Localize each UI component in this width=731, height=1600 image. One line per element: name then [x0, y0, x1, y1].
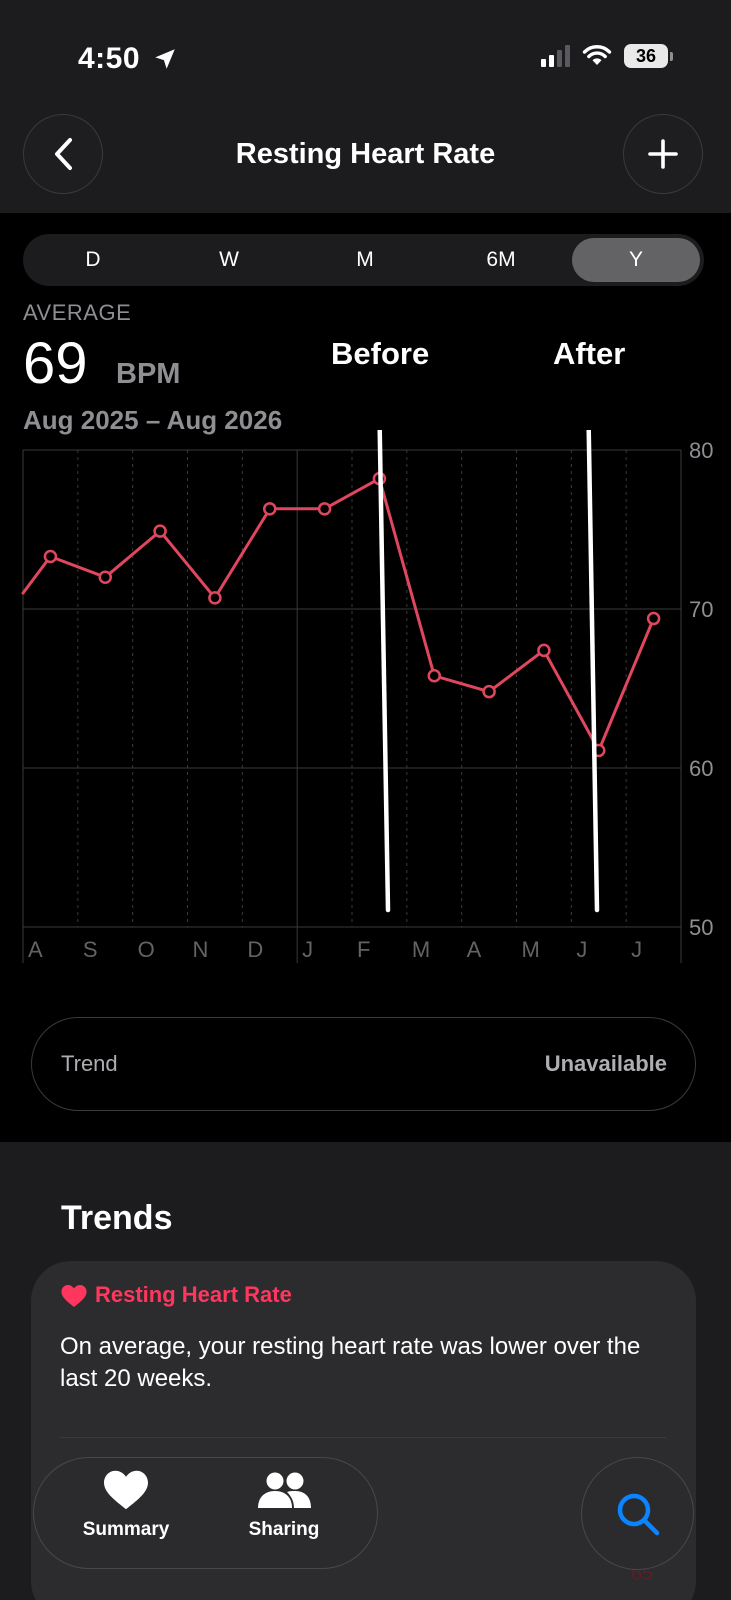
x-tick-label: J: [576, 937, 587, 962]
x-tick-label: J: [631, 937, 642, 962]
x-tick-label: J: [302, 937, 313, 962]
status-time: 4:50: [78, 42, 141, 75]
data-point: [153, 524, 167, 538]
tab-bar: Summary Sharing: [33, 1457, 378, 1569]
data-point: [98, 570, 112, 584]
data-point: [317, 502, 332, 516]
segment-6-months[interactable]: 6M: [437, 238, 565, 282]
heart-icon: [104, 1470, 148, 1510]
x-tick-label: N: [193, 937, 209, 962]
average-unit: BPM: [116, 358, 181, 390]
trend-value: Unavailable: [544, 1051, 667, 1076]
trend-card-text: On average, your resting heart rate was …: [60, 1333, 641, 1392]
tab-sharing[interactable]: Sharing: [209, 1470, 359, 1541]
x-tick-label: O: [138, 937, 155, 962]
location-arrow-icon: [155, 49, 175, 69]
before-annotation: Before: [331, 336, 430, 371]
y-tick-label: 70: [689, 597, 713, 622]
time-range-picker: D W M 6M Y: [23, 234, 704, 286]
average-label: AVERAGE: [23, 300, 132, 325]
wifi-icon: [582, 45, 612, 65]
segment-year[interactable]: Y: [572, 238, 700, 282]
trend-row[interactable]: Trend Unavailable: [31, 1017, 696, 1111]
battery-level: 36: [624, 44, 668, 68]
data-point: [263, 502, 277, 516]
data-series-line: [21, 477, 656, 752]
battery-icon: 36: [624, 44, 673, 68]
after-annotation: After: [553, 336, 626, 371]
heart-rate-chart[interactable]: 50 60 70 80 A S O N D J F M A M J J: [0, 430, 731, 970]
data-point: [208, 591, 222, 605]
trend-card-title: Resting Heart Rate: [95, 1282, 292, 1307]
x-tick-label: D: [247, 937, 263, 962]
people-icon: [258, 1472, 311, 1508]
data-point: [427, 669, 441, 683]
tab-summary-label: Summary: [82, 1519, 170, 1540]
y-tick-label: 60: [689, 756, 713, 781]
trends-heading: Trends: [61, 1199, 173, 1237]
trend-label: Trend: [61, 1051, 118, 1076]
data-point: [482, 684, 496, 699]
x-tick-label: M: [522, 937, 540, 962]
data-point: [43, 549, 58, 564]
x-tick-label: S: [83, 937, 98, 962]
cellular-signal-icon: [541, 45, 570, 67]
search-icon: [617, 1493, 659, 1535]
average-value: 69: [23, 331, 88, 396]
page-title: Resting Heart Rate: [235, 138, 496, 170]
search-button[interactable]: [581, 1457, 694, 1570]
x-tick-label: M: [412, 937, 430, 962]
header-area: 4:50 36 Resting Heart Rate: [0, 0, 731, 213]
tab-summary[interactable]: Summary: [51, 1470, 201, 1541]
y-tick-label: 80: [689, 438, 713, 463]
segment-month[interactable]: M: [301, 238, 429, 282]
divider: [60, 1437, 666, 1438]
segment-day[interactable]: D: [29, 238, 157, 282]
heart-icon: [61, 1285, 87, 1307]
x-tick-label: A: [467, 937, 482, 962]
x-tick-label: A: [28, 937, 43, 962]
plus-icon: [648, 139, 678, 169]
status-icons: 36: [541, 44, 673, 68]
tab-sharing-label: Sharing: [248, 1519, 320, 1540]
x-tick-label: F: [357, 937, 370, 962]
add-data-button[interactable]: [623, 114, 703, 194]
data-point: [646, 611, 661, 626]
data-point: [537, 643, 551, 658]
segment-week[interactable]: W: [165, 238, 293, 282]
y-tick-label: 50: [689, 915, 713, 940]
after-marker-line: [586, 430, 600, 913]
